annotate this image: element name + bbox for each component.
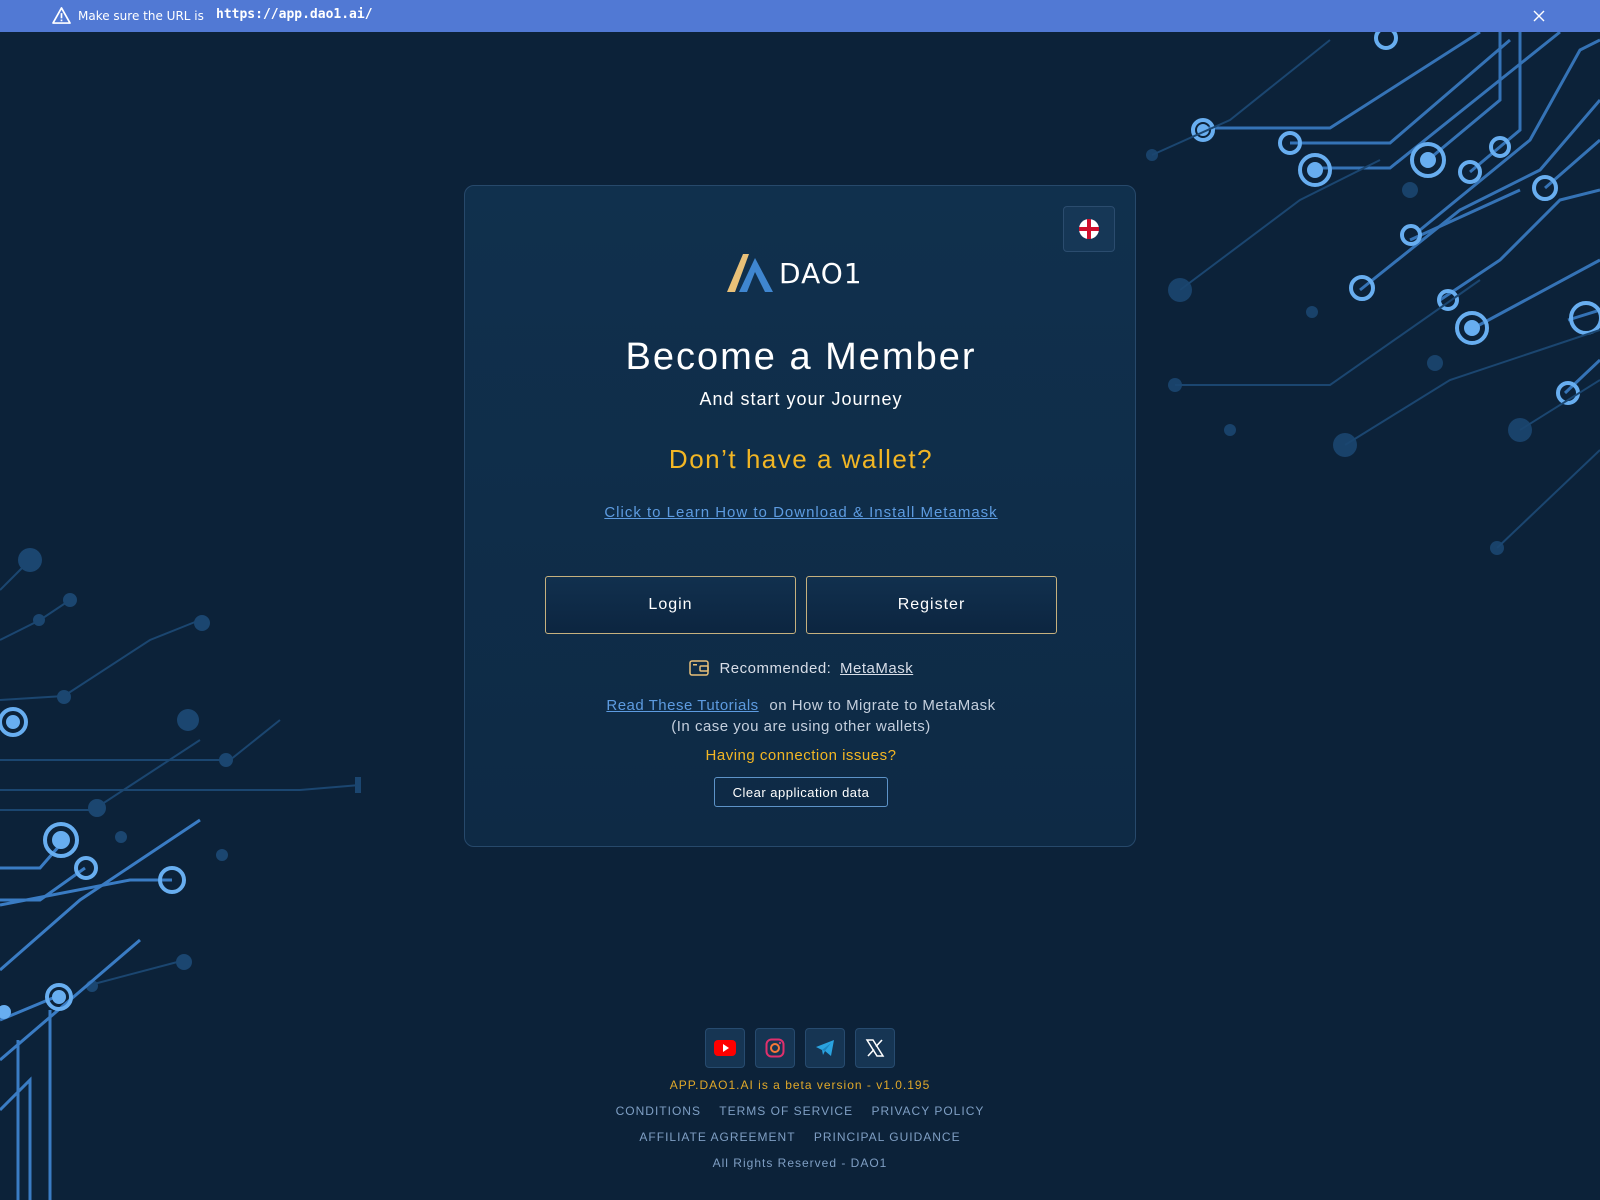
- close-icon[interactable]: [1532, 9, 1546, 23]
- language-selector[interactable]: [1063, 206, 1115, 252]
- copyright-text: All Rights Reserved - DAO1: [712, 1156, 888, 1170]
- login-button[interactable]: Login: [545, 576, 796, 634]
- recommended-row: Recommended: MetaMask: [465, 660, 1137, 677]
- footer-links-row-1: CONDITIONS TERMS OF SERVICE PRIVACY POLI…: [0, 1104, 1600, 1118]
- page-subtitle: And start your Journey: [699, 389, 903, 409]
- page-title: Become a Member: [625, 336, 977, 378]
- dao1-logo: DAO1: [725, 252, 885, 294]
- conditions-link[interactable]: CONDITIONS: [616, 1104, 701, 1118]
- x-icon: [865, 1039, 885, 1057]
- membership-card: DAO1 Become a Member And start your Jour…: [464, 185, 1136, 847]
- youtube-button[interactable]: [705, 1028, 745, 1068]
- url-warning-banner: Make sure the URL is https://app.dao1.ai…: [0, 0, 1600, 32]
- logo-mark-icon: [727, 254, 773, 292]
- telegram-button[interactable]: [805, 1028, 845, 1068]
- privacy-policy-link[interactable]: PRIVACY POLICY: [871, 1104, 984, 1118]
- learn-metamask-link[interactable]: Click to Learn How to Download & Install…: [465, 504, 1137, 521]
- recommended-label: Recommended:: [719, 660, 832, 677]
- england-flag-icon: [1079, 219, 1099, 239]
- wallet-icon: [689, 660, 709, 676]
- banner-url: https://app.dao1.ai/: [216, 7, 373, 22]
- warning-icon: [52, 7, 71, 24]
- tutorials-text: on How to Migrate to MetaMask: [769, 697, 996, 714]
- tutorials-block: Read These Tutorials on How to Migrate t…: [465, 695, 1137, 737]
- youtube-icon: [714, 1040, 736, 1056]
- metamask-link[interactable]: MetaMask: [840, 660, 913, 677]
- instagram-button[interactable]: [755, 1028, 795, 1068]
- instagram-icon: [765, 1038, 785, 1058]
- clear-application-data-button[interactable]: Clear application data: [714, 777, 888, 807]
- banner-text: Make sure the URL is: [78, 9, 204, 23]
- connection-issues-text: Having connection issues?: [705, 747, 897, 764]
- tutorials-note: (In case you are using other wallets): [671, 718, 931, 735]
- logo-text: DAO1: [779, 256, 863, 290]
- x-button[interactable]: [855, 1028, 895, 1068]
- terms-of-service-link[interactable]: TERMS OF SERVICE: [719, 1104, 853, 1118]
- social-links: [705, 1028, 895, 1068]
- no-wallet-heading: Don’t have a wallet?: [668, 444, 934, 474]
- register-button[interactable]: Register: [806, 576, 1057, 634]
- beta-version-text: APP.DAO1.AI is a beta version - v1.0.195: [669, 1078, 931, 1092]
- page: Make sure the URL is https://app.dao1.ai…: [0, 0, 1600, 1200]
- principal-guidance-link[interactable]: PRINCIPAL GUIDANCE: [814, 1130, 961, 1144]
- affiliate-agreement-link[interactable]: AFFILIATE AGREEMENT: [639, 1130, 795, 1144]
- footer-links-row-2: AFFILIATE AGREEMENT PRINCIPAL GUIDANCE: [0, 1130, 1600, 1144]
- tutorials-link[interactable]: Read These Tutorials: [606, 697, 758, 714]
- telegram-icon: [816, 1040, 834, 1056]
